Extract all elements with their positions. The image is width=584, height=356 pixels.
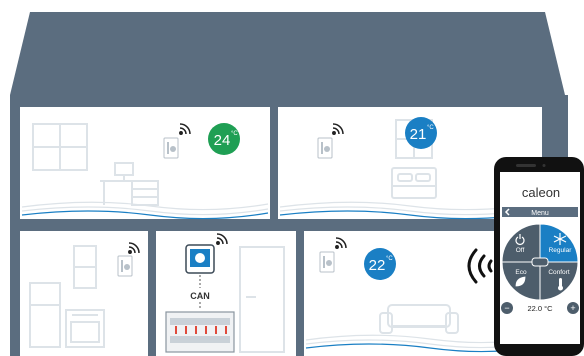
- temperature-unit: °C: [386, 256, 393, 262]
- mode-eco-label: Eco: [515, 269, 527, 276]
- thermostat-icon: [117, 255, 133, 277]
- increase-label: +: [570, 303, 575, 313]
- roof: [10, 12, 565, 95]
- control-unit: [185, 244, 215, 274]
- thermostat-icon: [319, 251, 335, 273]
- brand-logo: caleon: [522, 185, 560, 200]
- mode-center-indicator: [531, 257, 549, 267]
- heating-manifold: [165, 311, 235, 353]
- menu-label: Menu: [531, 210, 549, 217]
- mode-confort-label: Confort: [548, 269, 570, 276]
- temperature-badge-bedroom: 21 °C: [405, 117, 437, 149]
- room-study: 24 °C: [20, 107, 270, 220]
- temperature-unit: °C: [231, 131, 238, 137]
- temperature-badge-study: 24 °C: [208, 123, 240, 155]
- decrease-label: −: [504, 303, 509, 313]
- setpoint-value: 22.0 °C: [527, 304, 553, 313]
- temperature-value: 22: [369, 257, 386, 274]
- room-kitchen: [20, 231, 148, 356]
- house-diagram: 24 °C 21 °C CAN 22 °C caleon Menu Off Re…: [10, 12, 584, 356]
- temperature-value: 21: [410, 126, 427, 143]
- temperature-value: 24: [214, 132, 231, 149]
- thermostat-icon: [163, 137, 179, 159]
- room-hallway: CAN: [156, 231, 296, 356]
- smartphone: caleon Menu Off Regular Eco Confort − 22…: [494, 157, 584, 356]
- temperature-badge-living: 22 °C: [364, 248, 396, 280]
- can-label: CAN: [190, 291, 210, 301]
- thermostat-icon: [317, 137, 333, 159]
- mode-regular-label: Regular: [549, 247, 573, 254]
- mode-off-label: Off: [516, 247, 525, 254]
- temperature-unit: °C: [427, 125, 434, 131]
